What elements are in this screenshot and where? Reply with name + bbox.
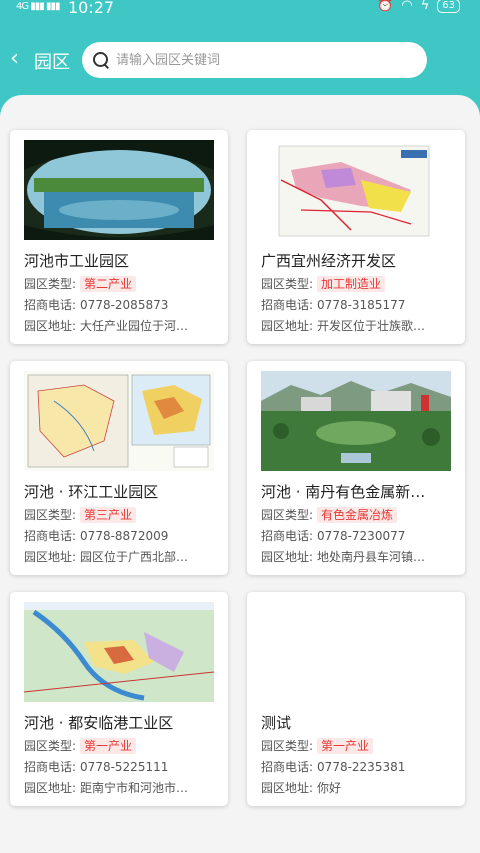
park-address-row: 园区地址: 大任产业园位于河…	[24, 319, 189, 333]
park-phone: 0778-5225111	[80, 760, 169, 774]
search-bar[interactable]	[82, 42, 427, 78]
park-map	[24, 602, 214, 702]
park-address: 开发区位于壮族歌…	[317, 319, 426, 333]
park-address: 距南宁市和河池市…	[80, 781, 189, 795]
park-map	[261, 140, 451, 240]
park-name: 河池 · 南丹有色金属新…	[261, 483, 426, 501]
park-name: 河池 · 都安临港工业区	[24, 714, 174, 732]
park-type-badge: 加工制造业	[317, 276, 386, 292]
park-address: 你好	[317, 781, 342, 795]
park-address: 大任产业园位于河…	[80, 319, 189, 333]
park-name: 广西宜州经济开发区	[261, 252, 397, 270]
wifi-icon: ◠	[401, 0, 413, 13]
park-photo-empty	[261, 602, 451, 702]
park-phone: 0778-2235381	[317, 760, 406, 774]
status-time: 10:27	[68, 0, 115, 17]
park-phone: 0778-3185177	[317, 298, 406, 312]
chevron-left-icon[interactable]: ‹	[10, 48, 30, 70]
park-type-badge: 第二产业	[80, 276, 137, 292]
status-icons: ⏰ ◠ ϟ 63	[377, 0, 460, 13]
park-card[interactable]: 河池 · 南丹有色金属新… 园区类型: 有色金属冶炼 招商电话: 0778-7230…	[247, 361, 465, 575]
park-photo	[24, 140, 214, 240]
park-phone-row: 招商电话: 0778-8872009	[24, 529, 169, 543]
park-type-badge: 第一产业	[317, 738, 374, 754]
park-type-badge: 第三产业	[80, 507, 137, 523]
park-type-row: 园区类型: 第一产业	[24, 737, 220, 755]
park-card[interactable]: 河池市工业园区 园区类型: 第二产业 招商电话: 0778-2085873 园区地址…	[10, 130, 228, 344]
park-type-row: 园区类型: 第一产业	[261, 737, 457, 755]
park-phone-row: 招商电话: 0778-2235381	[261, 760, 406, 774]
park-card[interactable]: 河池 · 环江工业园区 园区类型: 第三产业 招商电话: 0778-8872009 …	[10, 361, 228, 575]
park-phone: 0778-8872009	[80, 529, 169, 543]
park-type-badge: 第一产业	[80, 738, 137, 754]
park-map	[24, 371, 214, 471]
battery-icon: 63	[437, 0, 460, 13]
park-photo	[261, 371, 451, 471]
park-card[interactable]: 广西宜州经济开发区 园区类型: 加工制造业 招商电话: 0778-3185177 园…	[247, 130, 465, 344]
park-card[interactable]: 河池 · 都安临港工业区 园区类型: 第一产业 招商电话: 0778-5225111…	[10, 592, 228, 806]
search-icon	[92, 51, 110, 69]
park-list: 河池市工业园区 园区类型: 第二产业 招商电话: 0778-2085873 园区地址…	[0, 95, 480, 853]
park-type-badge: 有色金属冶炼	[317, 507, 398, 523]
park-address-row: 园区地址: 你好	[261, 781, 342, 795]
park-card[interactable]: 测试 园区类型: 第一产业 招商电话: 0778-2235381 园区地址: 你好	[247, 592, 465, 806]
charging-icon: ϟ	[420, 0, 430, 13]
park-phone-row: 招商电话: 0778-2085873	[24, 298, 169, 312]
park-phone-row: 招商电话: 0778-3185177	[261, 298, 406, 312]
park-phone: 0778-7230077	[317, 529, 406, 543]
park-address: 园区位于广西北部…	[80, 550, 189, 564]
search-input[interactable]	[116, 52, 406, 68]
park-phone-row: 招商电话: 0778-7230077	[261, 529, 406, 543]
park-phone: 0778-2085873	[80, 298, 169, 312]
park-type-row: 园区类型: 加工制造业	[261, 275, 457, 293]
page-title: 园区	[34, 52, 70, 73]
park-name: 河池市工业园区	[24, 252, 130, 270]
park-type-row: 园区类型: 有色金属冶炼	[261, 506, 457, 524]
alarm-icon: ⏰	[377, 0, 394, 13]
signal-icon: 4G ▮▮▮ ▮▮▮	[16, 1, 60, 12]
nav-bar: ‹ 园区	[0, 40, 480, 80]
park-name: 河池 · 环江工业园区	[24, 483, 159, 501]
park-phone-row: 招商电话: 0778-5225111	[24, 760, 169, 774]
park-address-row: 园区地址: 距南宁市和河池市…	[24, 781, 189, 795]
park-type-row: 园区类型: 第三产业	[24, 506, 220, 524]
status-bar: 4G ▮▮▮ ▮▮▮ 10:27 ⏰ ◠ ϟ 63	[0, 0, 480, 17]
park-address-row: 园区地址: 开发区位于壮族歌…	[261, 319, 426, 333]
park-type-row: 园区类型: 第二产业	[24, 275, 220, 293]
park-name: 测试	[261, 714, 292, 732]
park-address-row: 园区地址: 园区位于广西北部…	[24, 550, 189, 564]
park-address: 地处南丹县车河镇…	[317, 550, 426, 564]
park-address-row: 园区地址: 地处南丹县车河镇…	[261, 550, 426, 564]
